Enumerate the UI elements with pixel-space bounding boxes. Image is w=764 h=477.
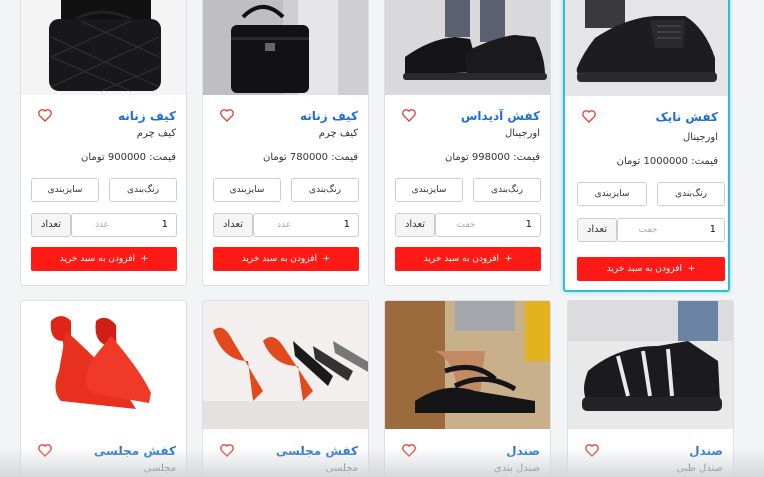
product-title[interactable]: کفش نایک	[655, 110, 718, 124]
product-image[interactable]	[203, 301, 368, 429]
color-select[interactable]: رنگ‌بندی	[657, 182, 725, 206]
heart-icon[interactable]	[401, 442, 417, 458]
product-image[interactable]	[203, 0, 368, 95]
add-to-cart-label: افزودن به سبد خرید	[423, 254, 500, 264]
quantity-value: 1	[343, 219, 350, 230]
size-select[interactable]: سایزبندی	[577, 182, 647, 206]
color-select[interactable]: رنگ‌بندی	[109, 178, 177, 202]
add-to-cart-label: افزودن به سبد خرید	[59, 254, 136, 264]
plus-icon: +	[322, 254, 331, 264]
product-title[interactable]: کفش آدیداس	[461, 109, 540, 123]
product-title[interactable]: صندل	[506, 444, 540, 458]
product-price: قیمت: 998000 تومان	[444, 152, 540, 163]
quantity-input[interactable]: 1 جفت	[435, 213, 541, 237]
product-image[interactable]	[565, 0, 728, 96]
quantity-label: تعداد	[213, 213, 253, 237]
product-card[interactable]: صندل صندل طبی	[567, 300, 734, 477]
plus-icon: +	[687, 264, 696, 274]
heart-icon[interactable]	[584, 442, 600, 458]
product-card[interactable]: کیف زنانه کیف چرم قیمت: 780000 تومان رنگ…	[202, 0, 369, 286]
product-subtitle: کیف چرم	[318, 128, 358, 139]
add-to-cart-button[interactable]: + افزودن به سبد خرید	[31, 247, 177, 271]
plus-icon: +	[140, 254, 149, 264]
product-grid: کفش نایک اورجینال قیمت: 1000000 تومان رن…	[0, 0, 764, 477]
product-price: قیمت: 900000 تومان	[80, 152, 176, 163]
product-image[interactable]	[568, 301, 733, 429]
quantity-unit: جفت	[638, 225, 658, 235]
quantity-value: 1	[709, 224, 716, 235]
quantity-value: 1	[161, 219, 168, 230]
product-subtitle: اورجینال	[505, 128, 540, 139]
product-title[interactable]: کیف زنانه	[118, 109, 176, 123]
product-card[interactable]: کیف زنانه کیف چرم قیمت: 900000 تومان رنگ…	[20, 0, 187, 286]
product-subtitle: مجلسی	[325, 463, 358, 474]
product-subtitle: صندل بندی	[493, 463, 540, 474]
quantity-input[interactable]: 1 عدد	[71, 213, 177, 237]
product-title[interactable]: کفش مجلسی	[276, 444, 358, 458]
product-price: قیمت: 780000 تومان	[262, 152, 358, 163]
product-title[interactable]: کفش مجلسی	[94, 444, 176, 458]
add-to-cart-label: افزودن به سبد خرید	[241, 254, 318, 264]
add-to-cart-label: افزودن به سبد خرید	[606, 264, 683, 274]
product-image[interactable]	[385, 301, 550, 429]
heart-icon[interactable]	[37, 107, 53, 123]
product-price: قیمت: 1000000 تومان	[616, 156, 718, 167]
product-title[interactable]: کیف زنانه	[300, 109, 358, 123]
size-select[interactable]: سایزبندی	[213, 178, 281, 202]
product-card[interactable]: کفش مجلسی مجلسی	[202, 300, 369, 477]
heart-icon[interactable]	[219, 442, 235, 458]
quantity-input[interactable]: 1 عدد	[253, 213, 359, 237]
product-card[interactable]: صندل صندل بندی	[384, 300, 551, 477]
heart-icon[interactable]	[37, 442, 53, 458]
product-card[interactable]: کفش نایک اورجینال قیمت: 1000000 تومان رن…	[563, 0, 730, 292]
product-card[interactable]: کفش مجلسی مجلسی	[20, 300, 187, 477]
plus-icon: +	[504, 254, 513, 264]
color-select[interactable]: رنگ‌بندی	[291, 178, 359, 202]
quantity-label: تعداد	[395, 213, 435, 237]
heart-icon[interactable]	[401, 107, 417, 123]
product-card[interactable]: کفش آدیداس اورجینال قیمت: 998000 تومان ر…	[384, 0, 551, 286]
product-subtitle: مجلسی	[143, 463, 176, 474]
product-title[interactable]: صندل	[689, 444, 723, 458]
product-subtitle: صندل طبی	[676, 463, 723, 474]
heart-icon[interactable]	[581, 108, 597, 124]
quantity-unit: عدد	[276, 220, 292, 230]
quantity-unit: جفت	[456, 220, 476, 230]
color-select[interactable]: رنگ‌بندی	[473, 178, 541, 202]
product-image[interactable]	[385, 0, 550, 95]
quantity-label: تعداد	[31, 213, 71, 237]
add-to-cart-button[interactable]: + افزودن به سبد خرید	[577, 257, 725, 281]
product-image[interactable]	[21, 301, 186, 429]
add-to-cart-button[interactable]: + افزودن به سبد خرید	[213, 247, 359, 271]
size-select[interactable]: سایزبندی	[31, 178, 99, 202]
heart-icon[interactable]	[219, 107, 235, 123]
add-to-cart-button[interactable]: + افزودن به سبد خرید	[395, 247, 541, 271]
quantity-value: 1	[525, 219, 532, 230]
quantity-input[interactable]: 1 جفت	[617, 218, 725, 242]
quantity-unit: عدد	[94, 220, 110, 230]
product-subtitle: کیف چرم	[136, 128, 176, 139]
quantity-label: تعداد	[577, 218, 617, 242]
product-image[interactable]	[21, 0, 186, 95]
product-subtitle: اورجینال	[683, 132, 718, 143]
size-select[interactable]: سایزبندی	[395, 178, 463, 202]
